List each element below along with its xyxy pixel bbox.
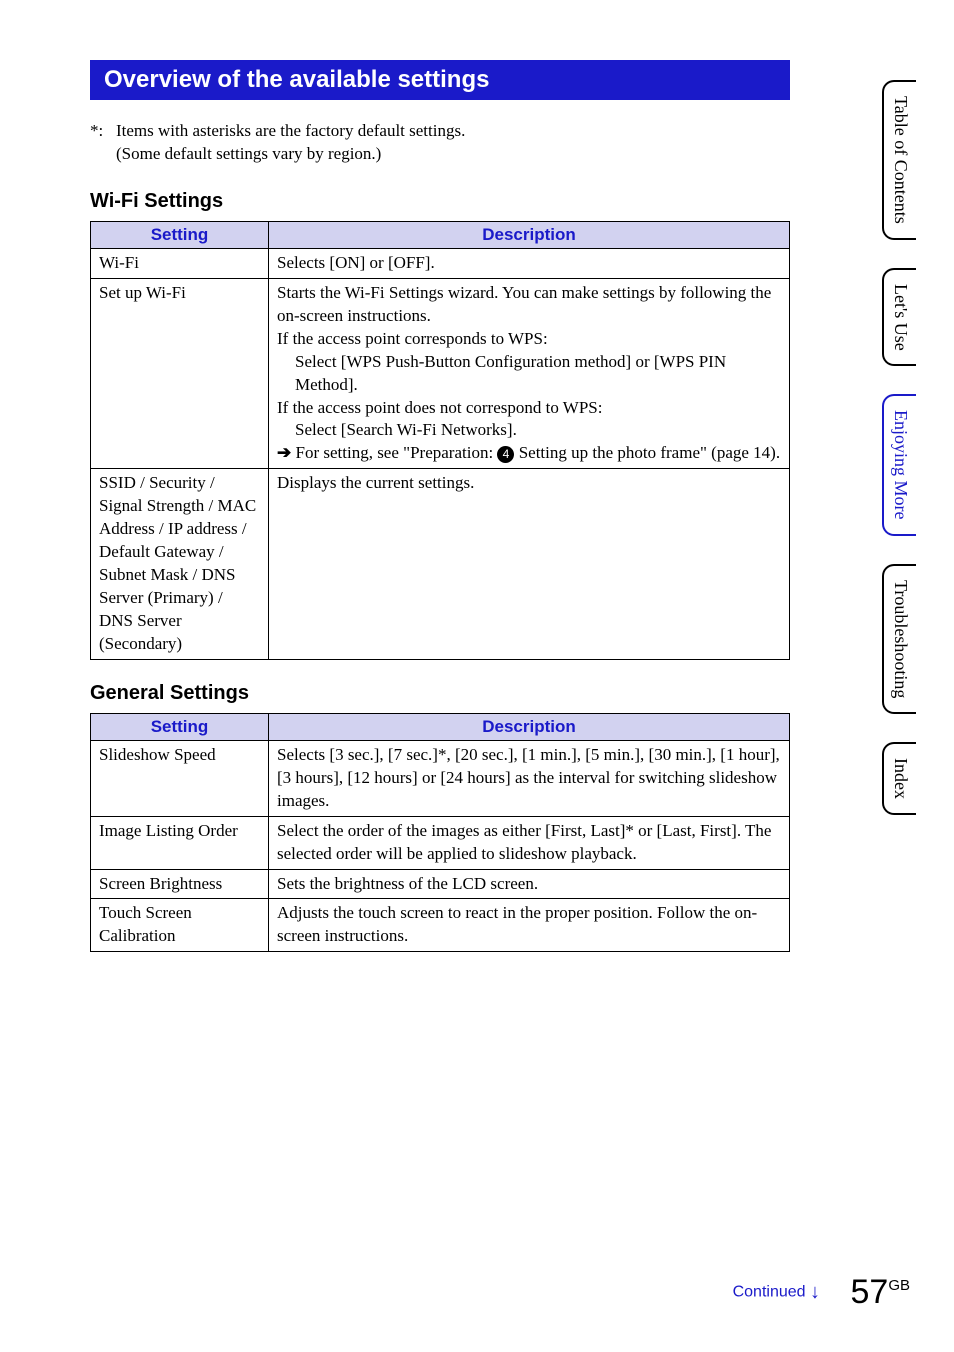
setting-cell: Image Listing Order xyxy=(91,816,269,869)
desc-line: If the access point does not correspond … xyxy=(277,397,781,420)
continued-label: Continued xyxy=(733,1284,806,1301)
description-cell: Adjusts the touch screen to react in the… xyxy=(269,899,790,952)
setting-cell: SSID / Security / Signal Strength / MAC … xyxy=(91,469,269,660)
general-settings-table: Setting Description Slideshow Speed Sele… xyxy=(90,713,790,953)
table-row: Slideshow Speed Selects [3 sec.], [7 sec… xyxy=(91,740,790,816)
tab-index[interactable]: Index xyxy=(882,742,916,815)
description-cell: Starts the Wi-Fi Settings wizard. You ca… xyxy=(269,278,790,469)
table-header-row: Setting Description xyxy=(91,713,790,740)
continued-indicator: Continued ↓ xyxy=(733,1281,820,1304)
table-row: Set up Wi-Fi Starts the Wi-Fi Settings w… xyxy=(91,278,790,469)
table-row: Image Listing Order Select the order of … xyxy=(91,816,790,869)
setting-cell: Touch Screen Calibration xyxy=(91,899,269,952)
wifi-settings-heading: Wi-Fi Settings xyxy=(90,190,790,213)
side-tabs: Table of Contents Let's Use Enjoying Mor… xyxy=(882,80,936,843)
description-cell: Displays the current settings. xyxy=(269,469,790,660)
tab-table-of-contents[interactable]: Table of Contents xyxy=(882,80,916,240)
desc-line-crossref: ➔ For setting, see "Preparation: 4 Setti… xyxy=(277,442,781,465)
description-cell: Select the order of the images as either… xyxy=(269,816,790,869)
desc-line: If the access point corresponds to WPS: xyxy=(277,328,781,351)
col-header-setting: Setting xyxy=(91,713,269,740)
desc-line: Starts the Wi-Fi Settings wizard. You ca… xyxy=(277,282,781,328)
down-arrow-icon: ↓ xyxy=(810,1281,820,1303)
desc-line-indented: Select [Search Wi-Fi Networks]. xyxy=(277,419,781,442)
col-header-description: Description xyxy=(269,221,790,248)
step-number-icon: 4 xyxy=(497,446,514,463)
description-cell: Selects [3 sec.], [7 sec.]*, [20 sec.], … xyxy=(269,740,790,816)
tab-lets-use[interactable]: Let's Use xyxy=(882,268,916,367)
note-text: Items with asterisks are the factory def… xyxy=(116,120,465,166)
col-header-description: Description xyxy=(269,713,790,740)
table-header-row: Setting Description xyxy=(91,221,790,248)
page-number: 57GB xyxy=(850,1273,910,1312)
arrow-icon: ➔ xyxy=(277,443,296,462)
general-settings-heading: General Settings xyxy=(90,682,790,705)
table-row: SSID / Security / Signal Strength / MAC … xyxy=(91,469,790,660)
description-cell: Sets the brightness of the LCD screen. xyxy=(269,869,790,899)
factory-default-note: *: Items with asterisks are the factory … xyxy=(90,120,790,166)
setting-cell: Set up Wi-Fi xyxy=(91,278,269,469)
setting-cell: Screen Brightness xyxy=(91,869,269,899)
tab-enjoying-more[interactable]: Enjoying More xyxy=(882,394,916,536)
desc-line-indented: Select [WPS Push-Button Configuration me… xyxy=(277,351,781,397)
col-header-setting: Setting xyxy=(91,221,269,248)
table-row: Screen Brightness Sets the brightness of… xyxy=(91,869,790,899)
page-number-value: 57 xyxy=(850,1273,888,1311)
page-number-suffix: GB xyxy=(888,1277,910,1294)
asterisk-symbol: *: xyxy=(90,120,116,166)
table-row: Wi-Fi Selects [ON] or [OFF]. xyxy=(91,248,790,278)
crossref-text-b: Setting up the photo frame" (page 14). xyxy=(519,443,780,462)
table-row: Touch Screen Calibration Adjusts the tou… xyxy=(91,899,790,952)
description-cell: Selects [ON] or [OFF]. xyxy=(269,248,790,278)
wifi-settings-table: Setting Description Wi-Fi Selects [ON] o… xyxy=(90,221,790,660)
section-title: Overview of the available settings xyxy=(90,60,790,100)
tab-troubleshooting[interactable]: Troubleshooting xyxy=(882,564,916,714)
note-line1: Items with asterisks are the factory def… xyxy=(116,120,465,143)
crossref-text-a: For setting, see "Preparation: xyxy=(296,443,494,462)
setting-cell: Wi-Fi xyxy=(91,248,269,278)
setting-cell: Slideshow Speed xyxy=(91,740,269,816)
note-line2: (Some default settings vary by region.) xyxy=(116,143,465,166)
